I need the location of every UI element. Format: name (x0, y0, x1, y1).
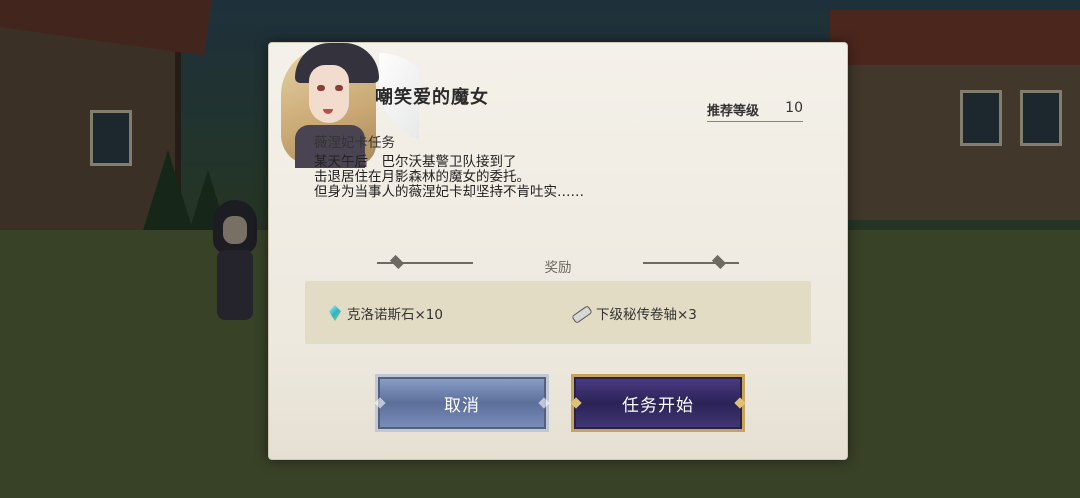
scroll-icon (570, 305, 590, 321)
reward-header: 奖励 (377, 253, 739, 276)
divider-line-right (643, 262, 739, 264)
reward-item-label: 下级秘传卷轴×3 (596, 307, 697, 323)
quest-description: 某天午后 巴尔沃基警卫队接到了 击退居住在月影森林的魔女的委托。 但身为当事人的… (314, 155, 794, 200)
button-ornament-right (734, 397, 746, 409)
quest-title: 嘲笑爱的魔女 (375, 87, 489, 108)
reward-item-label: 克洛诺斯石×10 (347, 307, 443, 323)
reward-list: 克洛诺斯石×10 下级秘传卷轴×3 (305, 281, 811, 344)
recommended-level-value: 10 (785, 100, 803, 116)
button-ornament-left (570, 397, 582, 409)
recommended-level: 推荐等级 10 (707, 100, 803, 122)
cancel-button-label: 取消 (444, 395, 480, 416)
start-quest-button[interactable]: 任务开始 (570, 374, 746, 432)
reward-item-scroll[interactable]: 下级秘传卷轴×3 (570, 303, 697, 323)
quest-description-line: 击退居住在月影森林的魔女的委托。 (314, 169, 530, 185)
reward-item-chronos-stone[interactable]: 克洛诺斯石×10 (329, 303, 443, 323)
button-ornament-right (538, 397, 550, 409)
recommended-level-label: 推荐等级 (707, 104, 760, 119)
quest-subtitle: 薇涅妃卡任务 (314, 135, 395, 151)
quest-dialog: 嘲笑爱的魔女 推荐等级 10 薇涅妃卡任务 某天午后 巴尔沃基警卫队接到了 击退… (268, 42, 848, 460)
quest-description-line: 某天午后 巴尔沃基警卫队接到了 (314, 154, 517, 170)
reward-header-label: 奖励 (544, 260, 572, 276)
cancel-button[interactable]: 取消 (374, 374, 550, 432)
quest-description-line: 但身为当事人的薇涅妃卡却坚持不肯吐实…… (314, 184, 584, 200)
crystal-icon (329, 305, 341, 321)
start-quest-button-label: 任务开始 (622, 395, 694, 416)
button-ornament-left (374, 397, 386, 409)
